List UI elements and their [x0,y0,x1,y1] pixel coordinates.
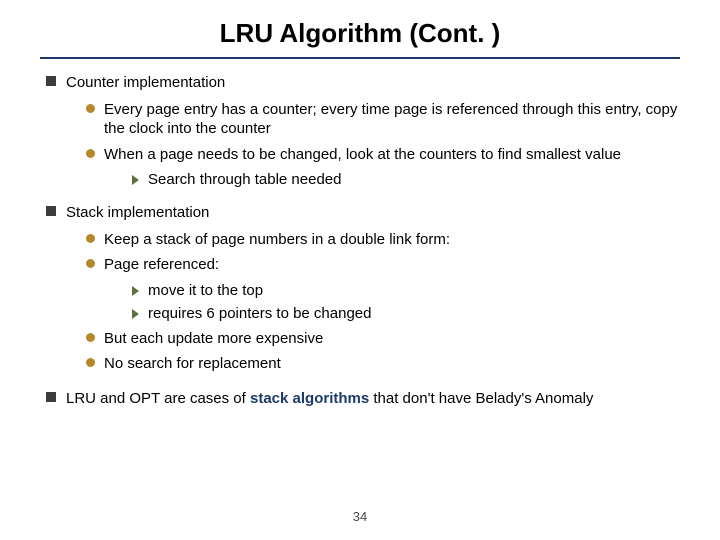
bullet-counter-every-page: Every page entry has a counter; every ti… [86,100,680,138]
bullet-counter-change: When a page needs to be changed, look at… [86,145,680,164]
bullet-counter-impl: Counter implementation [46,73,680,92]
text-post: that don't have Belady's Anomaly [369,390,593,407]
bullet-stack-keep: Keep a stack of page numbers in a double… [86,230,680,249]
bullet-stack-no-search: No search for replacement [86,354,680,373]
slide-title: LRU Algorithm (Cont. ) [40,18,680,49]
bullet-stack-algorithms: LRU and OPT are cases of stack algorithm… [46,389,680,408]
bullet-stack-page-ref: Page referenced: [86,255,680,274]
bullet-stack-impl: Stack implementation [46,203,680,222]
bullet-counter-search: Search through table needed [132,170,680,189]
bullet-stack-move-top: move it to the top [132,281,680,300]
slide-body: Counter implementation Every page entry … [40,73,680,408]
page-number: 34 [0,509,720,524]
text-bold-term: stack algorithms [250,390,369,407]
text-pre: LRU and OPT are cases of [66,390,250,407]
title-divider [40,57,680,59]
bullet-stack-expensive: But each update more expensive [86,329,680,348]
bullet-stack-pointers: requires 6 pointers to be changed [132,304,680,323]
